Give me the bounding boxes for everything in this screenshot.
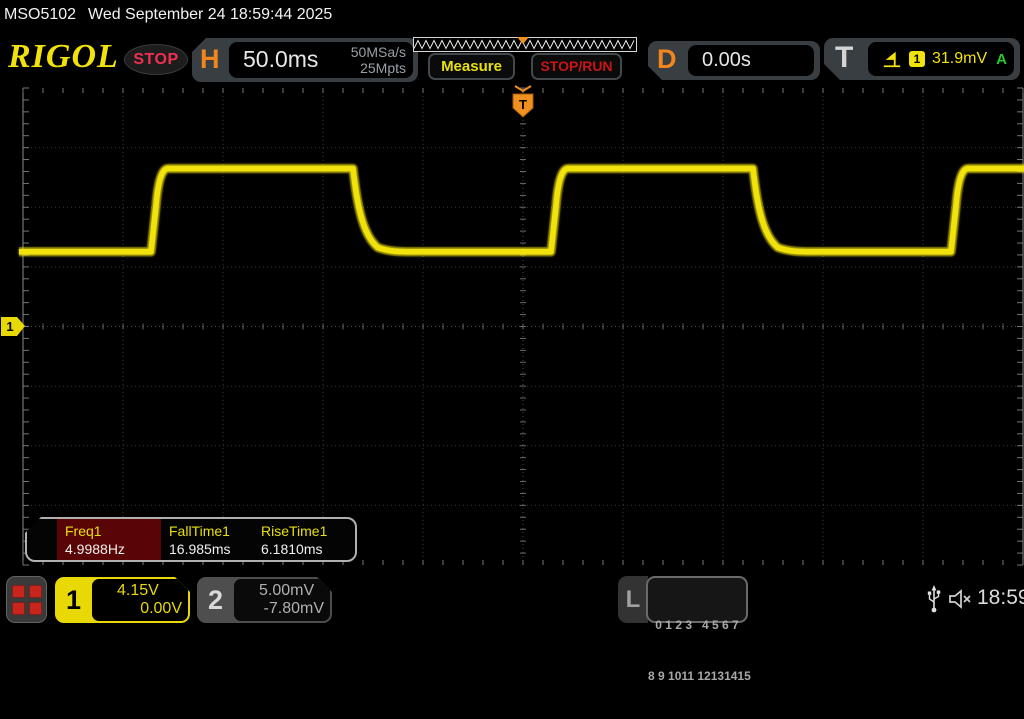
usb-icon xyxy=(927,584,941,614)
logic-row-low: 0 1 2 3 4 5 6 7 xyxy=(648,617,746,634)
channel2-offset: -7.80mV xyxy=(264,600,324,618)
channel1-status-block[interactable]: 1 4.15V 0.00V xyxy=(55,577,190,623)
measurement-value: 16.985ms xyxy=(169,541,230,557)
grid-dot-icon xyxy=(29,602,42,615)
channel2-number[interactable]: 2 xyxy=(197,577,234,623)
grid-dot-icon xyxy=(12,602,25,615)
measurement-item-risetime[interactable]: RiseTime1 6.1810ms xyxy=(257,519,357,560)
channel1-values[interactable]: 4.15V 0.00V xyxy=(92,579,188,621)
grid-dot-icon xyxy=(12,585,25,598)
measurement-value: 4.9988Hz xyxy=(65,541,125,557)
trigger-position-marker[interactable]: T xyxy=(513,86,533,117)
svg-text:T: T xyxy=(519,97,527,112)
graticule-grid xyxy=(23,88,1023,565)
measurement-item-falltime[interactable]: FallTime1 16.985ms xyxy=(165,519,265,560)
channel1-scale: 4.15V xyxy=(117,582,159,600)
logic-row-high: 8 9 1011 12131415 xyxy=(648,668,746,685)
ch1-waveform xyxy=(19,168,1024,251)
measurement-label: FallTime1 xyxy=(169,523,230,539)
clock: 18:59 xyxy=(977,586,1024,610)
svg-text:1: 1 xyxy=(6,319,13,334)
speaker-muted-icon[interactable] xyxy=(947,587,973,611)
logic-channel-list[interactable]: 0 1 2 3 4 5 6 7 8 9 1011 12131415 xyxy=(646,576,748,623)
grid-dot-icon xyxy=(29,585,42,598)
ch1-position-marker[interactable]: 1 xyxy=(1,317,25,336)
channel2-status-block[interactable]: 2 5.00mV -7.80mV xyxy=(197,577,332,623)
measurement-value: 6.1810ms xyxy=(261,541,322,557)
logic-label[interactable]: L xyxy=(618,576,648,623)
channel1-offset: 0.00V xyxy=(140,600,182,618)
measurement-item-freq[interactable]: Freq1 4.9988Hz xyxy=(61,519,161,560)
channel2-values[interactable]: 5.00mV -7.80mV xyxy=(234,579,330,621)
measurement-label: RiseTime1 xyxy=(261,523,327,539)
channel1-number[interactable]: 1 xyxy=(55,577,92,623)
measurement-label: Freq1 xyxy=(65,523,102,539)
logic-channels-block[interactable]: L 0 1 2 3 4 5 6 7 8 9 1011 12131415 xyxy=(618,576,748,623)
channel2-scale: 5.00mV xyxy=(259,582,314,600)
app-grid-button[interactable] xyxy=(6,576,47,623)
measurement-results-panel[interactable]: Freq1 4.9988Hz FallTime1 16.985ms RiseTi… xyxy=(25,517,357,562)
